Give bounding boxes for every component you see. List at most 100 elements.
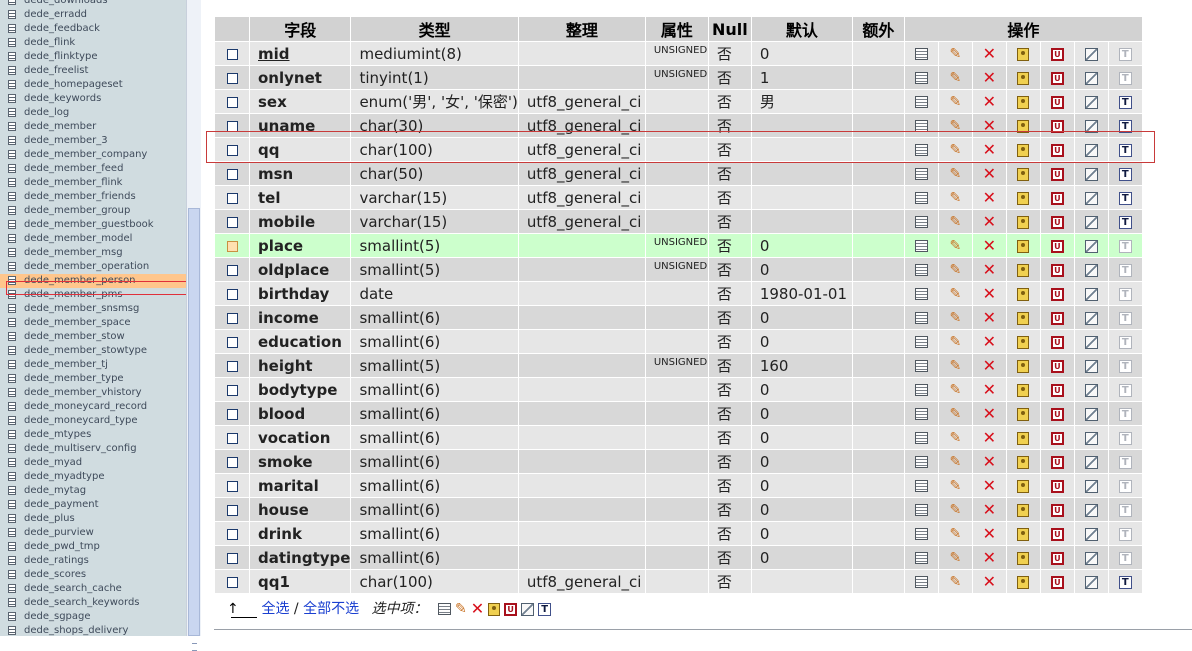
primary-key-icon[interactable] [1017, 143, 1030, 157]
index-action-cell[interactable] [1074, 234, 1108, 257]
table-icon[interactable] [8, 318, 16, 327]
primary-key-action-cell[interactable] [1006, 546, 1040, 569]
sidebar-item[interactable]: dede_downloads [0, 0, 186, 8]
sidebar-item[interactable]: dede_member_friends [0, 190, 186, 204]
browse-action-cell[interactable] [904, 42, 938, 65]
edit-action-cell[interactable]: ✎ [938, 498, 972, 521]
primary-key-action-cell[interactable] [1006, 42, 1040, 65]
sidebar-item[interactable]: dede_myadtype [0, 470, 186, 484]
unique-icon[interactable]: U [1050, 311, 1064, 325]
unique-action-cell[interactable]: U [1040, 210, 1074, 233]
table-row[interactable]: height smallint(5) UNSIGNED 否 160 ✎ ✕ U T [215, 354, 1142, 377]
drop-action-cell[interactable]: ✕ [972, 474, 1006, 497]
sidebar-item-label[interactable]: dede_member_feed [24, 163, 123, 174]
drop-icon[interactable]: ✕ [983, 94, 996, 110]
edit-icon[interactable]: ✎ [949, 503, 961, 517]
index-action-cell[interactable] [1074, 546, 1108, 569]
table-icon[interactable] [8, 66, 16, 75]
unique-action-cell[interactable]: U [1040, 354, 1074, 377]
table-icon[interactable] [8, 108, 16, 117]
primary-key-action-cell[interactable] [1006, 114, 1040, 137]
edit-action-cell[interactable]: ✎ [938, 162, 972, 185]
edit-selected-icon[interactable]: ✎ [455, 602, 467, 616]
sidebar-item-label[interactable]: dede_feedback [24, 23, 100, 34]
primary-key-icon[interactable] [1017, 239, 1030, 253]
drop-action-cell[interactable]: ✕ [972, 354, 1006, 377]
sidebar-item-label[interactable]: dede_downloads [24, 0, 108, 6]
fulltext-action-cell[interactable]: T [1108, 162, 1142, 185]
fulltext-action-cell[interactable]: T [1108, 522, 1142, 545]
table-icon[interactable] [8, 388, 16, 397]
browse-icon[interactable] [914, 144, 928, 156]
primary-key-icon[interactable] [1017, 287, 1030, 301]
primary-key-icon[interactable] [1017, 527, 1030, 541]
browse-icon[interactable] [914, 504, 928, 516]
table-row[interactable]: mid mediumint(8) UNSIGNED 否 0 ✎ ✕ U T [215, 42, 1142, 65]
sidebar-item[interactable]: dede_member_msg [0, 246, 186, 260]
sidebar-item-label[interactable]: dede_payment [24, 499, 99, 510]
browse-icon[interactable] [914, 480, 928, 492]
fulltext-action-cell[interactable]: T [1108, 402, 1142, 425]
fulltext-action-cell[interactable]: T [1108, 90, 1142, 113]
drop-icon[interactable]: ✕ [983, 526, 996, 542]
sidebar-item[interactable]: dede_search_cache [0, 582, 186, 596]
row-checkbox-cell[interactable] [215, 114, 249, 137]
primary-key-action-cell[interactable] [1006, 234, 1040, 257]
browse-icon[interactable] [914, 192, 928, 204]
sidebar-item[interactable]: dede_myad [0, 456, 186, 470]
drop-action-cell[interactable]: ✕ [972, 426, 1006, 449]
primary-key-icon[interactable] [1017, 359, 1030, 373]
sidebar-item-label[interactable]: dede_member_vhistory [24, 387, 142, 398]
row-checkbox-cell[interactable] [215, 90, 249, 113]
unique-action-cell[interactable]: U [1040, 66, 1074, 89]
fulltext-icon[interactable]: T [1118, 95, 1132, 109]
drop-icon[interactable]: ✕ [983, 70, 996, 86]
edit-action-cell[interactable]: ✎ [938, 426, 972, 449]
edit-action-cell[interactable]: ✎ [938, 186, 972, 209]
browse-icon[interactable] [914, 48, 928, 60]
drop-icon[interactable]: ✕ [983, 166, 996, 182]
row-checkbox-cell[interactable] [215, 234, 249, 257]
table-row[interactable]: marital smallint(6) 否 0 ✎ ✕ U T [215, 474, 1142, 497]
edit-icon[interactable]: ✎ [949, 479, 961, 493]
unique-action-cell[interactable]: U [1040, 402, 1074, 425]
sidebar-item-label[interactable]: dede_member_guestbook [24, 219, 154, 230]
row-checkbox[interactable] [226, 504, 238, 516]
drop-action-cell[interactable]: ✕ [972, 378, 1006, 401]
row-checkbox[interactable] [226, 456, 238, 468]
primary-key-icon[interactable] [1017, 503, 1030, 517]
edit-icon[interactable]: ✎ [949, 551, 961, 565]
unique-action-cell[interactable]: U [1040, 90, 1074, 113]
primary-key-action-cell[interactable] [1006, 210, 1040, 233]
row-checkbox-cell[interactable] [215, 258, 249, 281]
primary-key-action-cell[interactable] [1006, 570, 1040, 593]
drop-action-cell[interactable]: ✕ [972, 570, 1006, 593]
primary-key-action-cell[interactable] [1006, 378, 1040, 401]
fulltext-action-cell[interactable]: T [1108, 186, 1142, 209]
drop-icon[interactable]: ✕ [983, 574, 996, 590]
primary-key-icon[interactable] [1017, 335, 1030, 349]
index-icon[interactable] [1084, 119, 1098, 133]
primary-key-icon[interactable] [1017, 263, 1030, 277]
sidebar-item[interactable]: dede_feedback [0, 22, 186, 36]
fulltext-action-cell[interactable]: T [1108, 450, 1142, 473]
browse-action-cell[interactable] [904, 258, 938, 281]
primary-key-action-cell[interactable] [1006, 402, 1040, 425]
edit-action-cell[interactable]: ✎ [938, 450, 972, 473]
sidebar-item-label[interactable]: dede_homepageset [24, 79, 123, 90]
primary-key-icon[interactable] [1017, 575, 1030, 589]
unique-icon[interactable]: U [1050, 239, 1064, 253]
table-icon[interactable] [8, 192, 16, 201]
sidebar-item-label[interactable]: dede_pwd_tmp [24, 541, 100, 552]
table-row[interactable]: onlynet tinyint(1) UNSIGNED 否 1 ✎ ✕ U T [215, 66, 1142, 89]
row-checkbox[interactable] [226, 576, 238, 588]
index-action-cell[interactable] [1074, 354, 1108, 377]
fulltext-action-cell[interactable]: T [1108, 42, 1142, 65]
index-action-cell[interactable] [1074, 90, 1108, 113]
sidebar-item-label[interactable]: dede_shops_delivery [24, 625, 128, 636]
table-row[interactable]: mobile varchar(15) utf8_general_ci 否 ✎ ✕ U T [215, 210, 1142, 233]
edit-action-cell[interactable]: ✎ [938, 234, 972, 257]
fulltext-icon[interactable]: T [1118, 455, 1132, 469]
index-icon[interactable] [1084, 95, 1098, 109]
sidebar-item[interactable]: dede_moneycard_record [0, 400, 186, 414]
